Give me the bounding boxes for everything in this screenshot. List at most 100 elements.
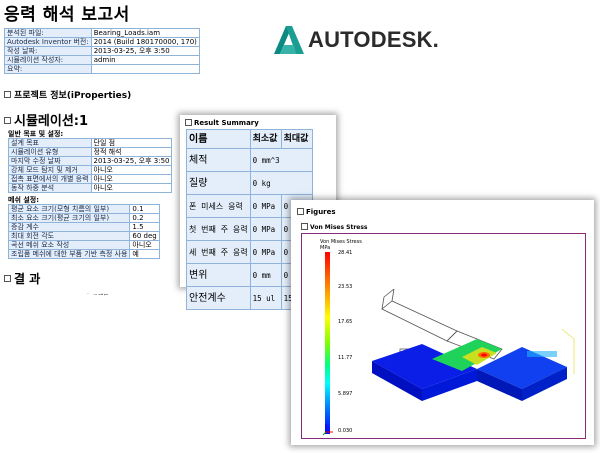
info-key: 작성 날짜: [4, 46, 92, 56]
axis-triad-icon [322, 424, 333, 436]
file-info-table: 분석된 파일: Bearing_Loads.iam Autodesk Invent… [4, 28, 200, 74]
general-value: 아니오 [90, 165, 173, 175]
table-row: 마지막 수정 날짜 2013-03-25, 오후 3:50 [8, 156, 173, 166]
reactions-section[interactable]: 구속조건에서의 반력 및 반작용 모멘트 [4, 292, 109, 301]
general-key: 마지막 수정 날짜 [8, 156, 92, 166]
autodesk-logo: AUTODESK. [272, 22, 439, 58]
table-row: 평균 요소 크기(모형 치름의 일부) 0.1 [7, 204, 160, 214]
report-title: 응력 해석 보고서 [4, 5, 130, 25]
general-key: 강체 모드 탐지 및 제거 [8, 165, 92, 175]
figures-title[interactable]: Figures [297, 207, 336, 216]
box-icon[interactable] [4, 293, 10, 299]
general-key: 설계 목표 [8, 138, 92, 148]
box-icon[interactable] [185, 118, 192, 126]
legend-tick: 0.030 [338, 428, 353, 434]
box-icon[interactable] [4, 91, 11, 98]
general-key: 동작 하중 분석 [8, 183, 92, 193]
box-icon[interactable] [297, 207, 304, 215]
row-min: 0 kg [249, 171, 313, 195]
stress-model [372, 289, 575, 401]
info-key: 요약: [4, 64, 92, 74]
stress-figure: Von Mises Stress MPa 28.41 23.53 17.65 11… [301, 233, 586, 439]
figures-panel: Figures Von Mises Stress Von Mises Stres… [291, 200, 594, 445]
mesh-value: 예 [129, 249, 160, 259]
table-row: 설계 목표 단일 점 [8, 138, 173, 148]
table-row: 요약: [4, 64, 200, 74]
row-name: 변위 [186, 263, 251, 287]
legend-tick: 5.897 [338, 391, 353, 397]
results-section[interactable]: 결 과 [4, 270, 40, 287]
info-key: Autodesk Inventor 버전: [4, 37, 92, 47]
color-legend-bar [325, 252, 330, 434]
mesh-key: 곡선 메쉬 요소 작성 [7, 240, 131, 250]
mesh-key: 최대 회전 각도 [7, 231, 131, 241]
mesh-value: 0.1 [129, 204, 160, 214]
header-max: 최대값 [280, 129, 313, 149]
table-row: 질량 0 kg [186, 171, 313, 195]
mesh-value: 아니오 [129, 240, 160, 250]
mesh-value: 1.5 [129, 222, 160, 232]
table-row: 접촉 표면에서의 개별 응력 아니오 [8, 174, 173, 184]
figure-subtitle[interactable]: Von Mises Stress [301, 223, 368, 231]
row-min: 0 mm [249, 263, 282, 287]
general-value: 정적 해석 [90, 147, 173, 157]
info-key: 분석된 파일: [4, 28, 92, 38]
box-icon[interactable] [4, 275, 11, 282]
row-min: 0 MPa [249, 194, 282, 218]
project-info-section[interactable]: 프로젝트 정보(iProperties) [4, 88, 131, 101]
row-min: 0 MPa [249, 240, 282, 264]
general-settings-table: 설계 목표 단일 점 시뮬레이션 유형 정적 해석 마지막 수정 날짜 2013-03… [8, 138, 173, 193]
figure-subtitle-label: Von Mises Stress [310, 224, 368, 231]
row-min: 15 ul [249, 286, 282, 310]
table-row: 최대 회전 각도 60 deg [7, 231, 160, 241]
table-row: 분석된 파일: Bearing_Loads.iam [4, 28, 200, 38]
table-row: 최소 요소 크기(평균 크기의 일부) 0.2 [7, 213, 160, 223]
info-value: admin [90, 55, 200, 65]
header-name: 이름 [186, 129, 251, 149]
table-row: 증감 계수 1.5 [7, 222, 160, 232]
mesh-value: 60 deg [129, 231, 160, 241]
simulation-section[interactable]: 시뮬레이션:1 [4, 110, 88, 129]
row-name: 체적 [186, 148, 251, 172]
table-row: Autodesk Inventor 버전: 2014 (Build 1801700… [4, 37, 200, 47]
box-icon[interactable] [301, 223, 308, 230]
mesh-key: 증감 계수 [7, 222, 131, 232]
info-key: 시뮬레이션 작성자: [4, 55, 92, 65]
table-row: 강체 모드 탐지 및 제거 아니오 [8, 165, 173, 175]
row-name: 안전계수 [186, 286, 251, 310]
autodesk-logo-text: AUTODESK. [308, 27, 439, 52]
mesh-key: 최소 요소 크기(평균 크기의 일부) [7, 213, 131, 223]
general-value: 2013-03-25, 오후 3:50 [90, 156, 173, 166]
row-name: 첫 번째 주 응력 [186, 217, 251, 241]
general-key: 접촉 표면에서의 개별 응력 [8, 174, 92, 184]
general-value: 단일 점 [90, 138, 173, 148]
table-row: 체적 0 mm^3 [186, 148, 313, 172]
simulation-label: 시뮬레이션:1 [14, 114, 89, 129]
general-key: 시뮬레이션 유형 [8, 147, 92, 157]
legend-tick: 17.65 [338, 319, 353, 325]
autodesk-logo-icon [274, 26, 304, 54]
info-value: Bearing_Loads.iam [90, 28, 200, 38]
table-row: 작성 날짜: 2013-03-25, 오후 3:50 [4, 46, 200, 56]
table-row: 시뮬레이션 유형 정적 해석 [8, 147, 173, 157]
result-summary-label: Result Summary [194, 119, 259, 127]
mesh-settings-table: 평균 요소 크기(모형 치름의 일부) 0.1 최소 요소 크기(평균 크기의 일… [7, 204, 160, 259]
mesh-key: 조립품 메쉬에 대한 부품 기반 측정 사용 [7, 249, 131, 259]
mesh-value: 0.2 [129, 213, 160, 223]
table-row: 시뮬레이션 작성자: admin [4, 55, 200, 65]
mesh-key: 평균 요소 크기(모형 치름의 일부) [7, 204, 131, 214]
header-min: 최소값 [249, 129, 282, 149]
results-label: 결 과 [14, 272, 41, 286]
info-value [90, 64, 200, 74]
row-min: 0 MPa [249, 217, 282, 241]
legend-tick: 28.41 [338, 250, 353, 256]
box-icon[interactable] [4, 117, 11, 124]
row-name: 폰 미세스 응력 [186, 194, 251, 218]
legend-tick: 11.77 [338, 355, 353, 361]
table-row: 조립품 메쉬에 대한 부품 기반 측정 사용 예 [7, 249, 160, 259]
row-name: 질량 [186, 171, 251, 195]
row-min: 0 mm^3 [249, 148, 313, 172]
legend-unit: MPa [320, 245, 331, 251]
result-summary-title[interactable]: Result Summary [185, 118, 259, 127]
general-value: 아니오 [90, 174, 173, 184]
